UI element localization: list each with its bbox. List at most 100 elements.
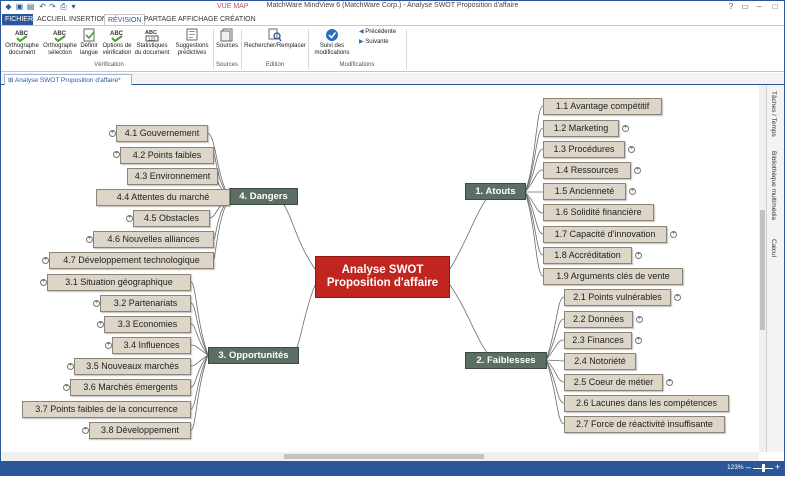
expand-icon[interactable]: + [674, 294, 681, 301]
map-icon: ⊞ [8, 77, 14, 84]
tab-revision[interactable]: RÉVISION [104, 14, 146, 25]
topic-notoriete[interactable]: 2.4 Notoriété [564, 353, 636, 370]
topic-partenariats[interactable]: 3.2 Partenariats [100, 295, 191, 312]
topic-coeur-de-metier[interactable]: 2.5 Coeur de métier [564, 374, 663, 391]
topic-situation-geographique[interactable]: 3.1 Situation géographique [47, 274, 191, 291]
expand-icon[interactable]: + [97, 321, 104, 328]
previous-icon: ◀ [359, 29, 364, 35]
topic-anciennete[interactable]: 1.5 Ancienneté [543, 183, 626, 200]
tab-fichier[interactable]: FICHIER [2, 14, 33, 25]
topic-capacite-innovation[interactable]: 1.7 Capacité d'innovation [543, 226, 667, 243]
tab-affichage[interactable]: AFFICHAGE [175, 14, 221, 25]
predictive-suggestions-button[interactable]: Suggestions prédictives [172, 28, 212, 57]
expand-icon[interactable]: + [635, 337, 642, 344]
horizontal-scroll-thumb[interactable] [284, 454, 484, 459]
set-language-button[interactable]: Définir langue [78, 28, 100, 57]
branch-faiblesses[interactable]: 2. Faiblesses [465, 352, 547, 369]
tab-partage[interactable]: PARTAGE [141, 14, 179, 25]
expand-icon[interactable]: + [63, 384, 70, 391]
group-sources: Sources [215, 62, 238, 68]
expand-icon[interactable]: + [622, 125, 629, 132]
expand-icon[interactable]: + [635, 252, 642, 259]
zoom-level: 123% [727, 464, 744, 471]
spelling-document-button[interactable]: ABC Orthographe document [2, 28, 42, 57]
maximize-icon[interactable]: □ [767, 1, 783, 12]
verification-options-button[interactable]: ABC Options de vérification [100, 28, 134, 57]
tab-creation[interactable]: CRÉATION [217, 14, 259, 25]
topic-points-faibles[interactable]: 4.2 Points faibles [120, 147, 214, 164]
horizontal-scrollbar[interactable] [1, 452, 759, 461]
zoom-out-icon[interactable]: – [746, 462, 751, 472]
zoom-in-icon[interactable]: + [775, 462, 780, 472]
group-edition: Edition [265, 62, 285, 68]
topic-economies[interactable]: 3.3 Economies [104, 316, 191, 333]
topic-finances[interactable]: 2.3 Finances [564, 332, 632, 349]
sources-icon [220, 28, 233, 42]
expand-icon[interactable]: + [40, 279, 47, 286]
document-tab[interactable]: ⊞ Analyse SWOT Proposition d'affaire* [4, 74, 132, 85]
sources-button[interactable]: Sources [214, 28, 240, 50]
topic-donnees[interactable]: 2.2 Données [564, 311, 633, 328]
topic-marches-emergents[interactable]: 3.6 Marchés émergents [70, 379, 191, 396]
topic-nouvelles-alliances[interactable]: 4.6 Nouvelles alliances [93, 231, 214, 248]
expand-icon[interactable]: + [670, 231, 677, 238]
branch-dangers[interactable]: 4. Dangers [229, 188, 298, 205]
expand-icon[interactable]: + [86, 236, 93, 243]
topic-arguments-cles[interactable]: 1.9 Arguments clés de vente [543, 268, 683, 285]
topic-points-vulnerables[interactable]: 2.1 Points vulnérables [564, 289, 671, 306]
topic-marketing[interactable]: 1.2 Marketing [543, 120, 619, 137]
close-icon[interactable] [783, 1, 784, 12]
topic-solidite-financiere[interactable]: 1.6 Solidité financière [543, 204, 654, 221]
vertical-scroll-thumb[interactable] [760, 210, 765, 330]
panel-tab-bibliotheque[interactable]: Bibliothèque multimédia [770, 151, 777, 220]
topic-force-reactivite[interactable]: 2.7 Force de réactivité insuffisante [564, 416, 725, 433]
expand-icon[interactable]: + [67, 363, 74, 370]
expand-icon[interactable]: + [105, 342, 112, 349]
track-changes-button[interactable]: Suivi des modifications [309, 28, 355, 57]
branch-atouts[interactable]: 1. Atouts [465, 183, 526, 200]
previous-change-button[interactable]: ◀ Précédente [359, 29, 403, 36]
topic-nouveaux-marches[interactable]: 3.5 Nouveaux marchés [74, 358, 191, 375]
branch-opportunites[interactable]: 3. Opportunités [208, 347, 299, 364]
expand-icon[interactable]: + [666, 379, 673, 386]
topic-points-faibles-concurrence[interactable]: 3.7 Points faibles de la concurrence [22, 401, 191, 418]
expand-icon[interactable]: + [634, 167, 641, 174]
topic-developpement-technologique[interactable]: 4.7 Développement technologique [49, 252, 214, 269]
topic-lacunes-competences[interactable]: 2.6 Lacunes dans les compétences [564, 395, 729, 412]
next-change-button[interactable]: ▶ Suivante [359, 39, 403, 46]
topic-accreditation[interactable]: 1.8 Accréditation [543, 247, 632, 264]
tab-accueil[interactable]: ACCUEIL [34, 14, 70, 25]
panel-tab-calcul[interactable]: Calcul [770, 239, 777, 257]
panel-tab-taches[interactable]: Tâches / Temps [770, 91, 777, 137]
document-statistics-button[interactable]: ABC 123 Statistiques du document [133, 28, 171, 57]
expand-icon[interactable]: + [628, 146, 635, 153]
topic-avantage-competitif[interactable]: 1.1 Avantage compétitif [543, 98, 662, 115]
expand-icon[interactable]: + [93, 300, 100, 307]
topic-environnement[interactable]: 4.3 Environnement [127, 168, 218, 185]
expand-icon[interactable]: + [82, 427, 89, 434]
vertical-scrollbar[interactable] [759, 85, 766, 452]
minimize-icon[interactable]: – [751, 1, 767, 12]
spelling-selection-button[interactable]: ABC Orthographe sélection [41, 28, 79, 57]
expand-icon[interactable]: + [636, 316, 643, 323]
expand-icon[interactable]: + [42, 257, 49, 264]
find-replace-button[interactable]: Rechercher/Remplacer [242, 28, 308, 50]
topic-developpement[interactable]: 3.8 Développement [89, 422, 191, 439]
track-changes-icon [326, 29, 338, 41]
svg-text:123: 123 [148, 37, 156, 42]
topic-ressources[interactable]: 1.4 Ressources [543, 162, 631, 179]
expand-icon[interactable]: + [629, 188, 636, 195]
topic-attentes-du-marche[interactable]: 4.4 Attentes du marché [96, 189, 230, 206]
mind-map-canvas[interactable]: Analyse SWOT Proposition d'affaire 1. At… [1, 85, 759, 452]
document-tab-bar: ⊞ Analyse SWOT Proposition d'affaire* [1, 73, 784, 85]
topic-influences[interactable]: 3.4 Influences [112, 337, 191, 354]
expand-icon[interactable]: + [113, 151, 120, 158]
central-topic[interactable]: Analyse SWOT Proposition d'affaire [315, 256, 450, 298]
expand-icon[interactable]: + [126, 215, 133, 222]
zoom-slider-handle[interactable] [762, 464, 765, 472]
expand-icon[interactable]: + [109, 130, 116, 137]
topic-procedures[interactable]: 1.3 Procédures [543, 141, 625, 158]
topic-gouvernement[interactable]: 4.1 Gouvernement [116, 125, 208, 142]
topic-obstacles[interactable]: 4.5 Obstacles [133, 210, 210, 227]
suggestions-icon [186, 28, 198, 41]
